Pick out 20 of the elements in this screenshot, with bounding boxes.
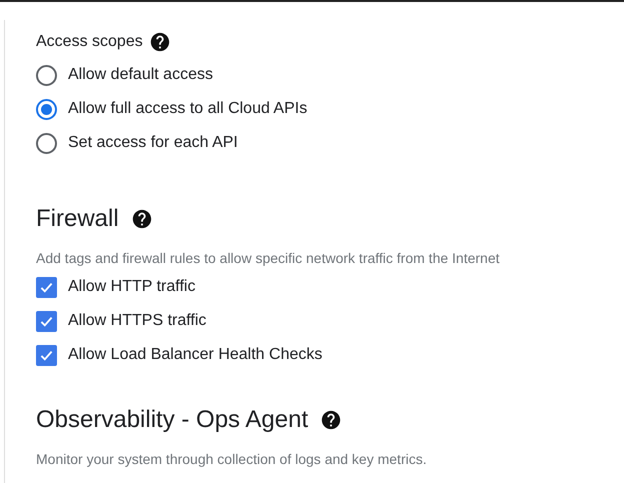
- radio-button[interactable]: [36, 132, 57, 154]
- help-icon[interactable]: [130, 208, 153, 230]
- help-icon[interactable]: [320, 409, 342, 431]
- checkbox-option[interactable]: Allow HTTPS traffic: [36, 309, 206, 333]
- section-heading: Firewall: [36, 204, 119, 234]
- radio-option[interactable]: Allow full access to all Cloud APIs: [36, 97, 308, 121]
- checkbox[interactable]: [36, 344, 57, 366]
- section-description: Monitor your system through collection of logs and key metrics.: [36, 450, 428, 469]
- radio-button[interactable]: [36, 98, 57, 120]
- section-heading: Observability - Ops Agent: [36, 405, 308, 435]
- section-label: Access scopes: [36, 32, 143, 52]
- checkbox-option[interactable]: Allow HTTP traffic: [36, 275, 196, 299]
- radio-button[interactable]: [36, 64, 57, 86]
- help-icon[interactable]: [148, 31, 171, 53]
- checkbox[interactable]: [36, 276, 57, 298]
- checkbox-option[interactable]: Allow Load Balancer Health Checks: [36, 343, 322, 367]
- radio-option[interactable]: Allow default access: [36, 63, 213, 87]
- checkbox[interactable]: [36, 310, 57, 332]
- radio-option[interactable]: Set access for each API: [36, 131, 238, 155]
- section-description: Add tags and firewall rules to allow specific network traffic from the Internet: [36, 249, 501, 268]
